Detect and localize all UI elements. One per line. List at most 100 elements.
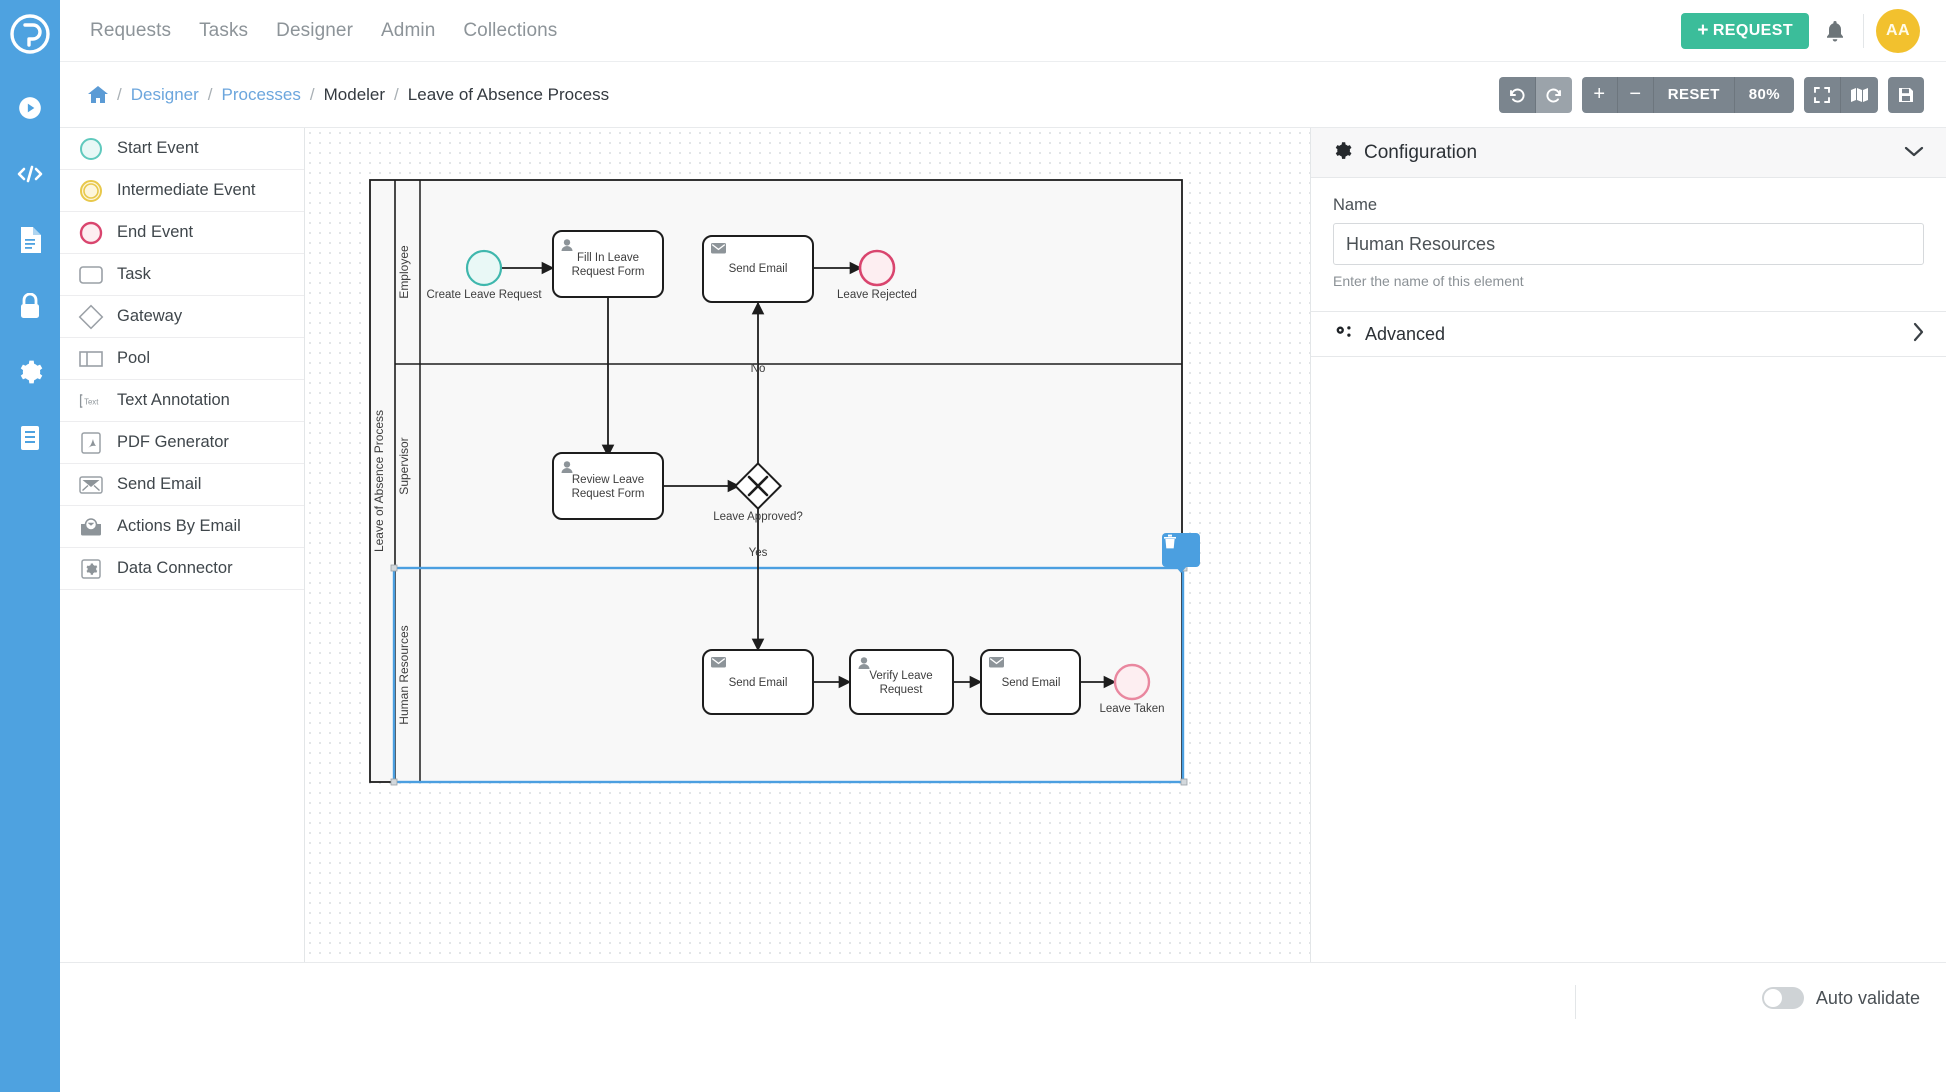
footer-bar: Auto validate bbox=[60, 962, 1946, 1092]
node-send-email-hr-1[interactable]: Send Email bbox=[702, 649, 814, 715]
document-icon[interactable] bbox=[8, 218, 52, 262]
send-email-icon bbox=[78, 472, 104, 498]
node-fill-in-leave-request-form[interactable]: Fill In Leave Request Form bbox=[552, 230, 664, 298]
end-event-icon bbox=[78, 220, 104, 246]
intermediate-event-icon bbox=[78, 178, 104, 204]
nav-link-collections[interactable]: Collections bbox=[461, 16, 559, 46]
nav-link-designer[interactable]: Designer bbox=[274, 16, 355, 46]
processmaker-logo-icon[interactable] bbox=[8, 12, 52, 56]
palette-label-end-event: End Event bbox=[117, 223, 194, 241]
save-icon[interactable] bbox=[1888, 76, 1924, 113]
top-nav-right: + REQUEST AA bbox=[1681, 8, 1946, 53]
node-label-leave-rejected: Leave Rejected bbox=[837, 289, 917, 301]
lane-label-supervisor: Supervisor bbox=[397, 437, 411, 494]
delete-selection-button[interactable] bbox=[1162, 533, 1200, 573]
palette-label-pool: Pool bbox=[117, 349, 151, 367]
svg-text:Text: Text bbox=[84, 397, 99, 406]
node-send-email-employee[interactable]: Send Email bbox=[702, 235, 814, 303]
palette-item-actions-by-email[interactable]: Actions By Email bbox=[60, 506, 304, 548]
mini-map-icon[interactable] bbox=[1841, 76, 1878, 113]
zoom-reset-button[interactable]: RESET bbox=[1653, 76, 1735, 113]
node-label-leave-taken: Leave Taken bbox=[1099, 703, 1164, 715]
palette-item-intermediate-event[interactable]: Intermediate Event bbox=[60, 170, 304, 212]
palette-label-start-event: Start Event bbox=[117, 139, 199, 157]
fit-screen-icon[interactable] bbox=[1804, 76, 1841, 113]
new-request-button[interactable]: + REQUEST bbox=[1681, 12, 1809, 49]
node-label-fill-line1: Fill In Leave bbox=[577, 252, 639, 264]
chevron-right-icon[interactable] bbox=[1912, 322, 1924, 347]
advanced-section-row[interactable]: Advanced bbox=[1311, 311, 1946, 357]
node-label-review-line1: Review Leave bbox=[572, 474, 644, 486]
nav-link-tasks[interactable]: Tasks bbox=[197, 16, 250, 46]
redo-button[interactable] bbox=[1535, 76, 1572, 113]
new-request-label: REQUEST bbox=[1712, 21, 1793, 39]
bpmn-diagram: Leave of Absence Process Employee Superv… bbox=[369, 179, 1188, 786]
palette-item-pdf-generator[interactable]: PDF Generator bbox=[60, 422, 304, 464]
play-circle-icon[interactable] bbox=[8, 86, 52, 130]
breadcrumb-separator-0: / bbox=[117, 84, 122, 104]
lane-label-employee: Employee bbox=[397, 245, 411, 299]
nav-link-requests[interactable]: Requests bbox=[88, 16, 173, 46]
zoom-button-group: + − RESET 80% bbox=[1581, 76, 1794, 113]
chevron-down-icon[interactable] bbox=[1904, 144, 1924, 162]
palette-label-text-annotation: Text Annotation bbox=[117, 391, 230, 409]
auto-validate-toggle[interactable] bbox=[1761, 987, 1804, 1009]
configuration-header[interactable]: Configuration bbox=[1311, 128, 1946, 178]
bell-icon[interactable] bbox=[1809, 19, 1861, 43]
code-icon[interactable] bbox=[8, 152, 52, 196]
node-label-gateway: Leave Approved? bbox=[713, 511, 803, 523]
main-nav-links: Requests Tasks Designer Admin Collection… bbox=[88, 16, 559, 46]
breadcrumb-separator-2: / bbox=[309, 84, 315, 104]
breadcrumb: / Designer / Processes / Modeler / Leave… bbox=[88, 85, 609, 105]
node-label-review-line2: Request Form bbox=[572, 488, 645, 500]
node-review-leave-request-form[interactable]: Review Leave Request Form bbox=[552, 452, 664, 520]
node-label-send-email-hr-1: Send Email bbox=[729, 677, 788, 689]
history-button-group bbox=[1498, 76, 1572, 113]
palette-item-send-email[interactable]: Send Email bbox=[60, 464, 304, 506]
left-icon-rail bbox=[0, 0, 60, 1092]
zoom-out-button[interactable]: − bbox=[1617, 76, 1654, 113]
palette-item-gateway[interactable]: Gateway bbox=[60, 296, 304, 338]
node-label-verify-line1: Verify Leave bbox=[869, 670, 932, 682]
palette-item-task[interactable]: Task bbox=[60, 254, 304, 296]
gears-icon bbox=[1333, 323, 1353, 346]
nav-divider bbox=[1863, 13, 1864, 48]
text-annotation-icon: Text bbox=[78, 388, 104, 414]
palette-item-start-event[interactable]: Start Event bbox=[60, 128, 304, 170]
avatar[interactable]: AA bbox=[1876, 8, 1920, 53]
node-verify-leave-request[interactable]: Verify Leave Request bbox=[849, 649, 954, 715]
palette-item-end-event[interactable]: End Event bbox=[60, 212, 304, 254]
breadcrumb-item-designer[interactable]: Designer bbox=[131, 85, 199, 105]
lock-icon[interactable] bbox=[8, 284, 52, 328]
node-send-email-hr-2[interactable]: Send Email bbox=[980, 649, 1081, 715]
palette-item-text-annotation[interactable]: Text Text Annotation bbox=[60, 380, 304, 422]
list-document-icon[interactable] bbox=[8, 416, 52, 460]
home-icon[interactable] bbox=[88, 85, 108, 104]
view-button-group bbox=[1804, 76, 1878, 113]
undo-button[interactable] bbox=[1498, 76, 1536, 113]
lane-label-human-resources: Human Resources bbox=[397, 625, 411, 724]
envelope-icon bbox=[711, 657, 726, 668]
bpmn-canvas[interactable]: Leave of Absence Process Employee Superv… bbox=[305, 128, 1310, 962]
node-label-fill-line2: Request Form bbox=[572, 266, 645, 278]
flow-label-yes: Yes bbox=[749, 547, 768, 559]
plus-icon: + bbox=[1697, 19, 1709, 41]
zoom-level-display: 80% bbox=[1734, 76, 1794, 113]
node-label-send-email-employee: Send Email bbox=[729, 263, 788, 275]
palette-label-data-connector: Data Connector bbox=[117, 559, 233, 577]
palette-label-actions-by-email: Actions By Email bbox=[117, 517, 241, 535]
nav-link-admin[interactable]: Admin bbox=[379, 16, 437, 46]
node-label-send-email-hr-2: Send Email bbox=[1002, 677, 1061, 689]
palette-label-send-email: Send Email bbox=[117, 475, 202, 493]
data-connector-icon bbox=[78, 556, 104, 582]
gear-icon[interactable] bbox=[8, 350, 52, 394]
palette-item-pool[interactable]: Pool bbox=[60, 338, 304, 380]
palette-item-data-connector[interactable]: Data Connector bbox=[60, 548, 304, 590]
zoom-in-button[interactable]: + bbox=[1581, 76, 1618, 113]
configuration-panel: Configuration Name Enter the name of thi… bbox=[1310, 128, 1946, 962]
gateway-icon bbox=[78, 304, 104, 330]
name-input[interactable] bbox=[1333, 223, 1924, 265]
breadcrumb-item-processes[interactable]: Processes bbox=[222, 85, 301, 105]
save-button-group bbox=[1888, 76, 1924, 113]
modeler-toolbar: + − RESET 80% bbox=[1498, 76, 1946, 113]
